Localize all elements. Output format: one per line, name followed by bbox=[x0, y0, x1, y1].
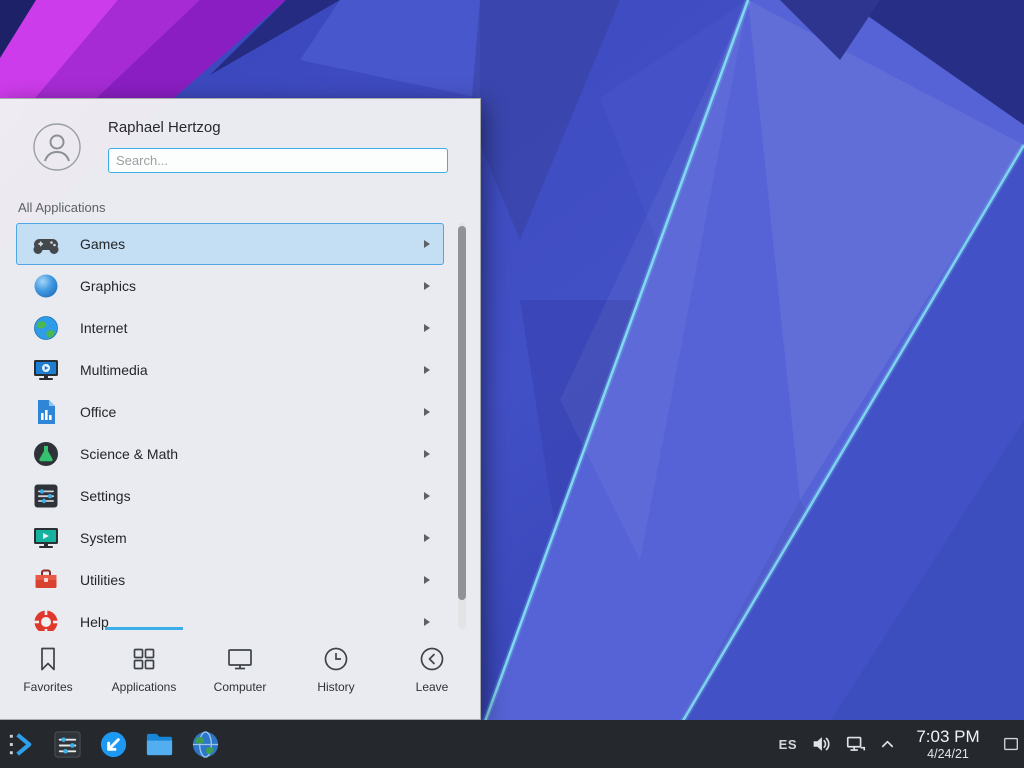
leave-icon bbox=[417, 644, 447, 674]
tab-leave[interactable]: Leave bbox=[384, 629, 480, 719]
internet-globe-icon bbox=[31, 313, 61, 343]
category-item-games[interactable]: Games bbox=[16, 223, 444, 265]
category-list: Games Graphics Internet Multimedia Office Sci… bbox=[0, 223, 452, 631]
category-label: Office bbox=[80, 404, 424, 420]
category-label: System bbox=[80, 530, 424, 546]
category-item-office[interactable]: Office bbox=[16, 391, 444, 433]
all-applications-label: All Applications bbox=[18, 200, 105, 215]
tab-history[interactable]: History bbox=[288, 629, 384, 719]
user-name: Raphael Hertzog bbox=[108, 119, 221, 136]
bookmark-icon bbox=[33, 644, 63, 674]
file-manager-launcher[interactable] bbox=[144, 729, 175, 760]
category-label: Science & Math bbox=[80, 446, 424, 462]
user-icon bbox=[33, 123, 81, 171]
settings-icon bbox=[31, 481, 61, 511]
category-label: Multimedia bbox=[80, 362, 424, 378]
scrollbar[interactable] bbox=[458, 223, 466, 629]
category-item-utilities[interactable]: Utilities bbox=[16, 559, 444, 601]
chevron-right-icon bbox=[424, 408, 430, 416]
chevron-right-icon bbox=[424, 576, 430, 584]
task-settings-launcher[interactable] bbox=[52, 729, 83, 760]
category-label: Games bbox=[80, 236, 424, 252]
monitor-icon bbox=[225, 644, 255, 674]
help-icon bbox=[31, 607, 61, 631]
utilities-icon bbox=[31, 565, 61, 595]
category-label: Internet bbox=[80, 320, 424, 336]
category-label: Settings bbox=[80, 488, 424, 504]
tab-computer[interactable]: Computer bbox=[192, 629, 288, 719]
tab-bar: FavoritesApplicationsComputerHistoryLeav… bbox=[0, 629, 480, 719]
discover-icon bbox=[98, 729, 129, 760]
application-launcher-menu: Raphael Hertzog All Applications Games Gr… bbox=[0, 98, 481, 720]
category-item-multimedia[interactable]: Multimedia bbox=[16, 349, 444, 391]
multimedia-icon bbox=[31, 355, 61, 385]
system-tray: ES 7:03 PM bbox=[779, 721, 1021, 767]
discover-launcher[interactable] bbox=[98, 729, 129, 760]
scrollbar-thumb[interactable] bbox=[458, 226, 466, 600]
clock-icon bbox=[321, 644, 351, 674]
system-icon bbox=[31, 523, 61, 553]
keyboard-layout-indicator[interactable]: ES bbox=[779, 737, 797, 752]
category-item-settings[interactable]: Settings bbox=[16, 475, 444, 517]
app-launcher-launcher[interactable] bbox=[6, 729, 37, 760]
tab-applications[interactable]: Applications bbox=[96, 629, 192, 719]
volume-icon[interactable] bbox=[810, 733, 832, 755]
chevron-right-icon bbox=[424, 618, 430, 626]
desktop[interactable]: Raphael Hertzog All Applications Games Gr… bbox=[0, 0, 1024, 768]
grid-icon bbox=[129, 644, 159, 674]
file-manager-icon bbox=[144, 729, 175, 760]
gamepad-icon bbox=[31, 229, 61, 259]
show-desktop-button[interactable] bbox=[1001, 721, 1021, 767]
chevron-right-icon bbox=[424, 492, 430, 500]
avatar[interactable] bbox=[33, 123, 81, 171]
web-browser-icon bbox=[190, 729, 221, 760]
category-item-internet[interactable]: Internet bbox=[16, 307, 444, 349]
web-browser-launcher[interactable] bbox=[190, 729, 221, 760]
chevron-right-icon bbox=[424, 282, 430, 290]
category-item-system[interactable]: System bbox=[16, 517, 444, 559]
category-item-science-math[interactable]: Science & Math bbox=[16, 433, 444, 475]
clock[interactable]: 7:03 PM 4/24/21 bbox=[908, 727, 988, 760]
category-item-help[interactable]: Help bbox=[16, 601, 444, 631]
clock-time: 7:03 PM bbox=[908, 727, 988, 746]
chevron-right-icon bbox=[424, 534, 430, 542]
task-settings-icon bbox=[52, 729, 83, 760]
taskbar: ES 7:03 PM bbox=[0, 720, 1024, 768]
taskbar-launchers bbox=[6, 729, 221, 760]
chevron-right-icon bbox=[424, 450, 430, 458]
tab-favorites[interactable]: Favorites bbox=[0, 629, 96, 719]
chevron-right-icon bbox=[424, 324, 430, 332]
network-icon[interactable] bbox=[845, 733, 867, 755]
chevron-right-icon bbox=[424, 366, 430, 374]
search-input[interactable] bbox=[108, 148, 448, 173]
category-label: Graphics bbox=[80, 278, 424, 294]
office-icon bbox=[31, 397, 61, 427]
show-desktop-icon bbox=[1002, 735, 1020, 753]
graphics-icon bbox=[31, 271, 61, 301]
expand-tray-icon[interactable] bbox=[880, 737, 895, 752]
clock-date: 4/24/21 bbox=[908, 747, 988, 761]
science-icon bbox=[31, 439, 61, 469]
chevron-right-icon bbox=[424, 240, 430, 248]
category-item-graphics[interactable]: Graphics bbox=[16, 265, 444, 307]
category-label: Utilities bbox=[80, 572, 424, 588]
app-launcher-icon bbox=[6, 729, 37, 760]
